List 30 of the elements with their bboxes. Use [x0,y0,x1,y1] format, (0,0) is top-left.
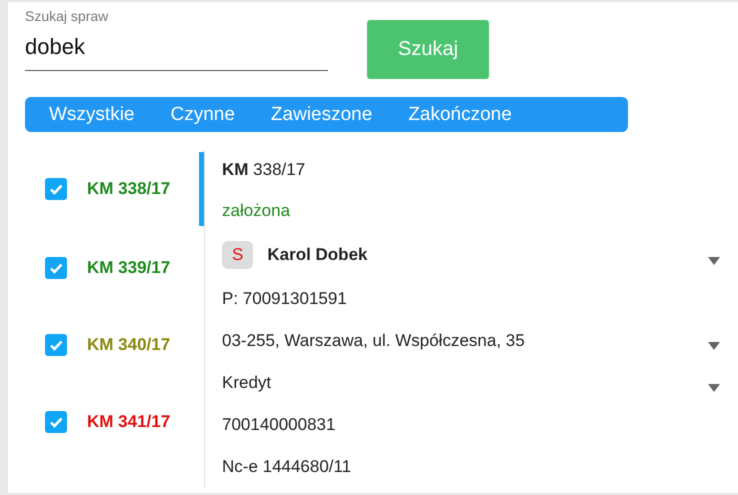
search-button[interactable]: Szukaj [367,20,489,79]
detail-text: 700140000831 [222,415,336,435]
detail-text: Kredyt [222,373,272,393]
party-badge: S [222,241,254,269]
case-title: KM 338/17 [222,160,306,180]
case-number: KM 340/17 [87,334,170,354]
case-item[interactable]: KM 340/17 [8,306,204,383]
caret-icon[interactable] [708,257,720,265]
checkbox[interactable] [45,256,67,278]
filter-tab[interactable]: Wszystkie [37,104,146,126]
checkbox[interactable] [45,178,67,200]
case-item[interactable]: KM 339/17 [8,229,204,306]
case-number: KM 341/17 [87,412,170,432]
field-label: Szukaj spraw [25,8,110,24]
party-name: Karol Dobek [267,245,368,265]
case-item[interactable]: KM 341/17 [8,383,204,460]
detail-text: 03-255, Warszawa, ul. Współczesna, 35 [222,331,525,351]
filter-tab[interactable]: Czynne [158,104,247,126]
caret-icon[interactable] [708,342,720,350]
case-number: KM 338/17 [87,179,170,199]
detail-text: P: 70091301591 [222,289,347,309]
detail-text: Nc-e 1444680/11 [222,457,352,477]
case-item[interactable]: KM 338/17 [8,152,204,226]
case-number: KM 339/17 [87,258,170,278]
checkbox[interactable] [45,410,67,432]
filter-tab[interactable]: Zawieszone [258,104,384,126]
caret-icon[interactable] [708,384,720,392]
filter-tab[interactable]: Zakończone [396,104,524,126]
case-status: założona [222,201,290,221]
checkbox[interactable] [45,334,67,356]
